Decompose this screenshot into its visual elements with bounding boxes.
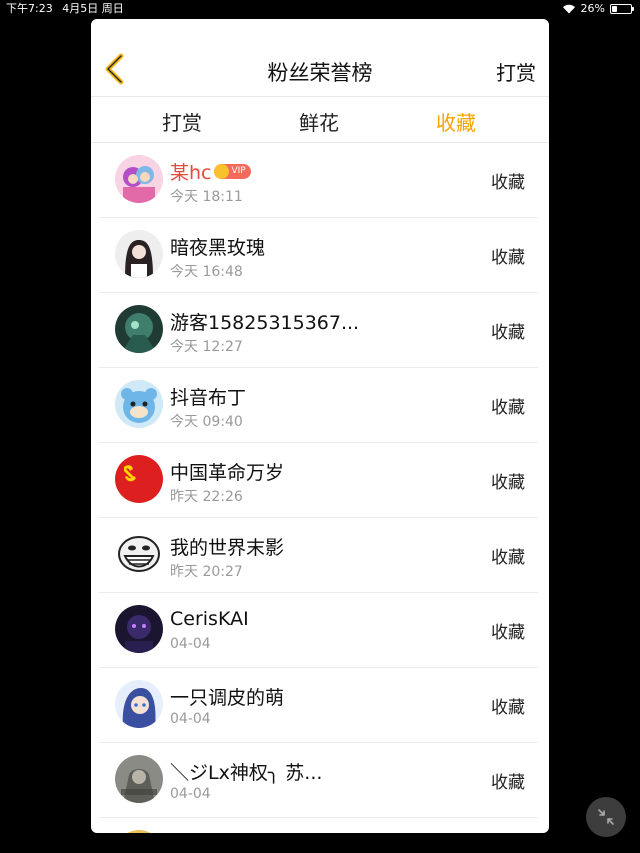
tab-reward[interactable]: 打赏 <box>127 107 237 136</box>
fan-name: 抖音布丁 <box>170 387 247 409</box>
fan-name: ＼ジLx神权╮ 苏... <box>170 762 323 784</box>
avatar <box>115 530 163 578</box>
avatar <box>115 155 163 203</box>
action-label: 收藏 <box>491 473 525 493</box>
vip-badge: VIP <box>213 164 251 179</box>
fan-name: 某hc VIP <box>170 158 251 185</box>
fan-time: 04-04 <box>170 711 211 727</box>
tab-favorites[interactable]: 收藏 <box>401 107 511 136</box>
fan-time: 昨天 20:27 <box>170 564 243 580</box>
fan-name: 游客15825315367... <box>170 312 360 334</box>
tab-bar: 打赏 鲜花 收藏 <box>91 97 549 143</box>
action-label: 收藏 <box>491 323 525 343</box>
collapse-icon <box>598 809 614 825</box>
battery-percent: 26% <box>580 2 605 15</box>
list-item[interactable]: 一只调皮的萌 04-04 收藏 <box>99 668 538 743</box>
action-label: 收藏 <box>491 548 525 568</box>
avatar <box>115 305 163 353</box>
crown-icon <box>213 164 229 179</box>
header: 粉丝荣誉榜 打赏 <box>91 19 549 97</box>
tab-flowers[interactable]: 鲜花 <box>264 107 374 136</box>
list-item[interactable]: 某hc VIP 今天 18:11 收藏 <box>99 143 538 218</box>
avatar <box>115 380 163 428</box>
fan-name: 一只调皮的萌 <box>170 687 285 709</box>
fan-name: 我的世界末影 <box>170 537 285 559</box>
avatar <box>115 755 163 803</box>
fan-name: CerisKAI <box>170 608 249 630</box>
fan-list: 某hc VIP 今天 18:11 收藏 暗夜黑玫瑰 今天 16:48 收藏 游客… <box>91 143 549 833</box>
avatar <box>115 830 163 833</box>
page-title: 粉丝荣誉榜 <box>267 61 373 85</box>
action-label: 收藏 <box>491 698 525 718</box>
wifi-icon <box>562 4 576 14</box>
fan-time: 04-04 <box>170 636 211 652</box>
action-label: 收藏 <box>491 248 525 268</box>
list-item[interactable]: ＼ジLx神权╮ 苏... 04-04 收藏 <box>99 743 538 818</box>
fan-name: 中国革命万岁 <box>170 462 285 484</box>
reward-link[interactable]: 打赏 <box>496 57 536 86</box>
avatar <box>115 605 163 653</box>
status-date: 4月5日 周日 <box>62 2 124 15</box>
action-label: 收藏 <box>491 398 525 418</box>
fan-time: 今天 18:11 <box>170 189 243 205</box>
fan-time: 今天 12:27 <box>170 339 243 355</box>
action-label: 收藏 <box>491 623 525 643</box>
fan-time: 04-04 <box>170 786 211 802</box>
list-item[interactable]: 抖音布丁 今天 09:40 收藏 <box>99 368 538 443</box>
battery-icon <box>610 4 634 14</box>
list-item[interactable]: 暗夜黑玫瑰 今天 16:48 收藏 <box>99 218 538 293</box>
avatar <box>115 455 163 503</box>
list-item[interactable]: 游客15825315367... 今天 12:27 收藏 <box>99 293 538 368</box>
action-label: 收藏 <box>491 773 525 793</box>
fan-time: 今天 16:48 <box>170 264 243 280</box>
status-bar: 下午7:23 4月5日 周日 26% <box>0 0 640 18</box>
status-time: 下午7:23 <box>6 2 53 15</box>
fan-time: 今天 09:40 <box>170 414 243 430</box>
fan-name: 暗夜黑玫瑰 <box>170 237 266 259</box>
avatar <box>115 230 163 278</box>
list-item[interactable] <box>99 818 538 833</box>
avatar <box>115 680 163 728</box>
list-item[interactable]: CerisKAI 04-04 收藏 <box>99 593 538 668</box>
action-label: 收藏 <box>491 173 525 193</box>
fan-honor-panel: 粉丝荣誉榜 打赏 打赏 鲜花 收藏 某hc VIP 今天 18:11 收藏 暗夜… <box>91 19 549 833</box>
list-item[interactable]: 我的世界末影 昨天 20:27 收藏 <box>99 518 538 593</box>
fan-time: 昨天 22:26 <box>170 489 243 505</box>
collapse-button[interactable] <box>586 797 626 837</box>
list-item[interactable]: 中国革命万岁 昨天 22:26 收藏 <box>99 443 538 518</box>
